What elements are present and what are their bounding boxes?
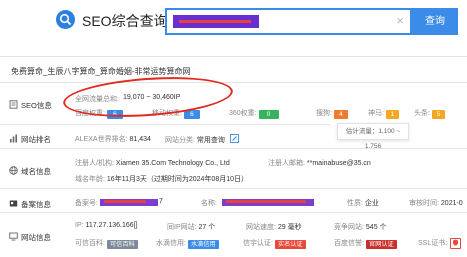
header: SEO综合查询 × 查询: [0, 0, 467, 48]
credit-tag[interactable]: 实名认证: [274, 240, 306, 249]
record-icon: [9, 200, 18, 207]
icp-nature: 性质: 企业: [347, 198, 379, 208]
section-domain: 域名信息: [9, 166, 51, 177]
ssl-shield-icon[interactable]: [450, 238, 462, 249]
icp-label: 备案信息: [21, 200, 51, 209]
sogou-weight-badge[interactable]: 4: [333, 110, 348, 119]
shuiying-label: 水滴信用:: [156, 240, 186, 247]
redacted-domain: [173, 15, 259, 28]
age-value: 16年11月3天（过期时间为2024年08月10日）: [106, 176, 248, 183]
divider: [0, 56, 467, 57]
compete-sites: 竞争网站: 545 个: [334, 222, 387, 232]
toutiao-weight-badge[interactable]: 5: [431, 110, 445, 119]
toutiao-label: 头条:: [414, 110, 430, 117]
section-icp: 备案信息: [9, 199, 51, 210]
category-value[interactable]: 常用查询: [197, 137, 225, 144]
sogou-weight: 搜狗: 4: [316, 108, 348, 119]
site-name: SEO综合查询: [82, 13, 168, 29]
toutiao-weight: 头条: 5: [414, 108, 445, 119]
baike-cert: 可信百科: 可信百科: [75, 238, 138, 249]
alexa-label: ALEXA世界排名:: [75, 136, 128, 143]
same-ip-label: 同IP网站:: [167, 224, 197, 231]
nano-tag[interactable]: 官网认证: [365, 240, 397, 249]
age-label: 域名年龄:: [75, 176, 105, 183]
compete-label: 竞争网站:: [334, 224, 364, 231]
alexa-value[interactable]: 81,434: [129, 136, 150, 143]
seo-label: SEO信息: [21, 101, 52, 110]
section-site: 网站信息: [9, 232, 51, 243]
globe-icon: [9, 166, 18, 175]
ssl-cert: SSL证书:: [418, 238, 462, 249]
redacted-icp-mark: [104, 200, 146, 203]
site-category: 网站分类: 常用查询: [165, 134, 239, 145]
compete-value[interactable]: 545 个: [366, 224, 387, 231]
speed-value: 29 毫秒: [277, 224, 302, 231]
divider: [0, 82, 467, 83]
page-title[interactable]: 免费算命_生辰八字算命_算命婚姻-非常运势算命网: [11, 66, 191, 77]
shuiying-cert: 水滴信用: 水滴信用: [156, 238, 219, 249]
email-label: 注册人邮箱:: [268, 160, 305, 167]
site-speed: 网站速度: 29 毫秒: [246, 222, 302, 232]
redacted-icp-name-mark: [226, 200, 306, 203]
nano-cert: 百度信誉: 官网认证: [334, 238, 397, 249]
shenma-weight-badge[interactable]: 1: [385, 110, 399, 119]
ip-value[interactable]: 117.27.136.166[]: [86, 222, 138, 229]
w360-weight-badge[interactable]: 0: [258, 110, 279, 119]
sogou-label: 搜狗:: [316, 110, 332, 117]
time-label: 审核时间:: [409, 200, 439, 207]
ip-info: IP: 117.27.136.166[]: [75, 222, 138, 229]
annotation-oval: [61, 72, 235, 122]
shenma-weight: 神马: 1: [368, 108, 399, 119]
bar-chart-icon: [10, 134, 17, 143]
rank-label: 网站排名: [21, 135, 51, 144]
ssl-label: SSL证书:: [418, 240, 448, 247]
nature-value: 企业: [364, 200, 379, 207]
icp-name: 名称:: [201, 198, 217, 208]
w360-weight: 360权重: 0: [229, 108, 279, 119]
credit-cert: 信宇认证: 实名认证: [243, 238, 306, 249]
domain-label: 域名信息: [21, 167, 51, 176]
icp-name-label: 名称:: [201, 200, 217, 207]
speed-label: 网站速度:: [246, 224, 276, 231]
time-value: 2021-0: [440, 200, 463, 207]
alexa-rank: ALEXA世界排名: 81,434: [75, 134, 151, 144]
icp-number-label: 备案号:: [75, 200, 98, 207]
edit-icon[interactable]: [229, 134, 239, 143]
search-input[interactable]: ×: [165, 8, 412, 35]
icp-number-tail: 7: [159, 198, 163, 205]
divider: [0, 212, 467, 213]
monitor-icon: [9, 232, 18, 241]
credit-label: 信宇认证:: [243, 240, 273, 247]
divider: [0, 148, 467, 149]
logo-search-icon: [56, 10, 75, 29]
registrant-label: 注册人/机构:: [75, 160, 114, 167]
nano-label: 百度信誉:: [334, 240, 364, 247]
same-ip-value[interactable]: 27 个: [199, 224, 216, 231]
baike-tag[interactable]: 可信百科: [106, 240, 138, 249]
icp-time: 审核时间: 2021-0: [409, 198, 463, 208]
email-value: **mainabuse@35.cn: [306, 160, 371, 167]
ip-label: IP:: [75, 222, 84, 229]
seo-icon: [9, 100, 18, 109]
site-label: 网站信息: [21, 233, 51, 242]
shuiying-tag[interactable]: 水滴信用: [187, 240, 219, 249]
search-button[interactable]: 查询: [412, 8, 458, 35]
registrant-email: 注册人邮箱: **mainabuse@35.cn: [268, 158, 371, 168]
baike-label: 可信百科:: [75, 240, 105, 247]
category-label: 网站分类:: [165, 137, 195, 144]
shenma-label: 神马:: [368, 110, 384, 117]
clear-icon[interactable]: ×: [396, 13, 404, 28]
nature-label: 性质:: [347, 200, 363, 207]
section-seo: SEO信息: [9, 100, 52, 111]
divider: [0, 188, 467, 189]
domain-age: 域名年龄: 16年11月3天（过期时间为2024年08月10日）: [75, 174, 248, 184]
divider: [0, 124, 330, 125]
w360-label: 360权重:: [229, 110, 257, 117]
registrant-value: Xiamen 35.Com Technology Co., Ltd: [115, 160, 230, 167]
same-ip-sites: 同IP网站: 27 个: [167, 222, 215, 232]
registrant: 注册人/机构: Xiamen 35.Com Technology Co., Lt…: [75, 158, 230, 168]
traffic-tooltip: 估计流量：1,100 ~ 1,756: [337, 123, 409, 150]
icp-number: 备案号:: [75, 198, 98, 208]
section-rank: 网站排名: [9, 134, 51, 145]
